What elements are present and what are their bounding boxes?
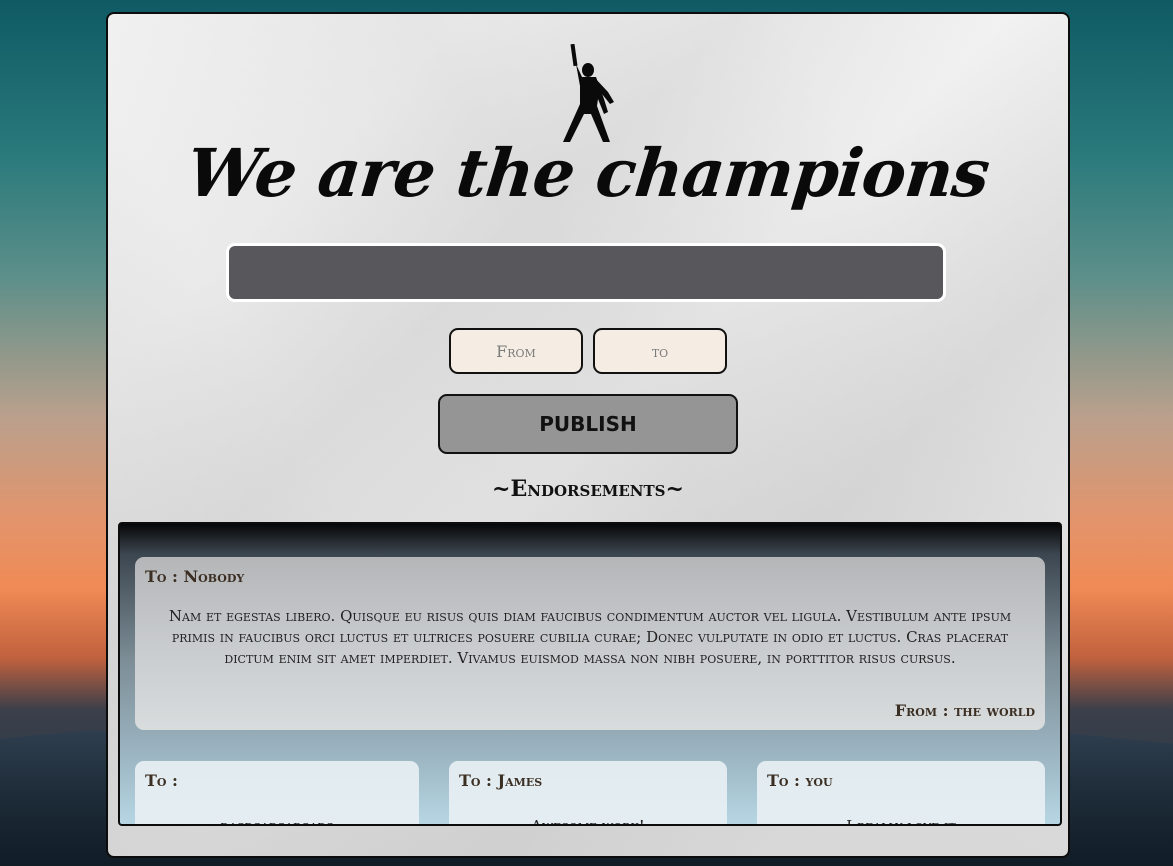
publish-button[interactable]: PUBLISH bbox=[438, 394, 738, 454]
endorsement-text: Nam et egestas libero. Quisque eu risus … bbox=[168, 607, 1012, 667]
endorsement-to: To : James bbox=[459, 771, 543, 790]
to-input[interactable] bbox=[593, 328, 727, 374]
endorsement-card: To : Nobody Nam et egestas libero. Quisq… bbox=[135, 557, 1045, 730]
endorsement-to: To : Nobody bbox=[145, 567, 245, 586]
endorsement-text: I really love it bbox=[846, 817, 956, 826]
endorsement-text: dasdsadsadsads bbox=[220, 817, 334, 826]
endorsement-card: To : you I really love it bbox=[757, 761, 1045, 826]
endorsement-to: To : you bbox=[767, 771, 833, 790]
endorsement-to: To : bbox=[145, 771, 178, 790]
endorsement-from: From : the world bbox=[894, 701, 1035, 720]
endorsement-card: To : dasdsadsadsads bbox=[135, 761, 419, 826]
freddie-silhouette-icon bbox=[563, 44, 614, 142]
endorsement-text: Awesome work! bbox=[531, 817, 645, 826]
endorsements-heading: ~Endorsements~ bbox=[492, 476, 684, 502]
page-title: We are the champions bbox=[183, 134, 993, 212]
endorsements-list[interactable]: To : Nobody Nam et egestas libero. Quisq… bbox=[118, 522, 1062, 826]
main-card: We are the champions PUBLISH ~Endorsemen… bbox=[106, 12, 1070, 858]
message-input[interactable] bbox=[226, 243, 946, 302]
endorsement-card: To : James Awesome work! bbox=[449, 761, 727, 826]
from-input[interactable] bbox=[449, 328, 583, 374]
